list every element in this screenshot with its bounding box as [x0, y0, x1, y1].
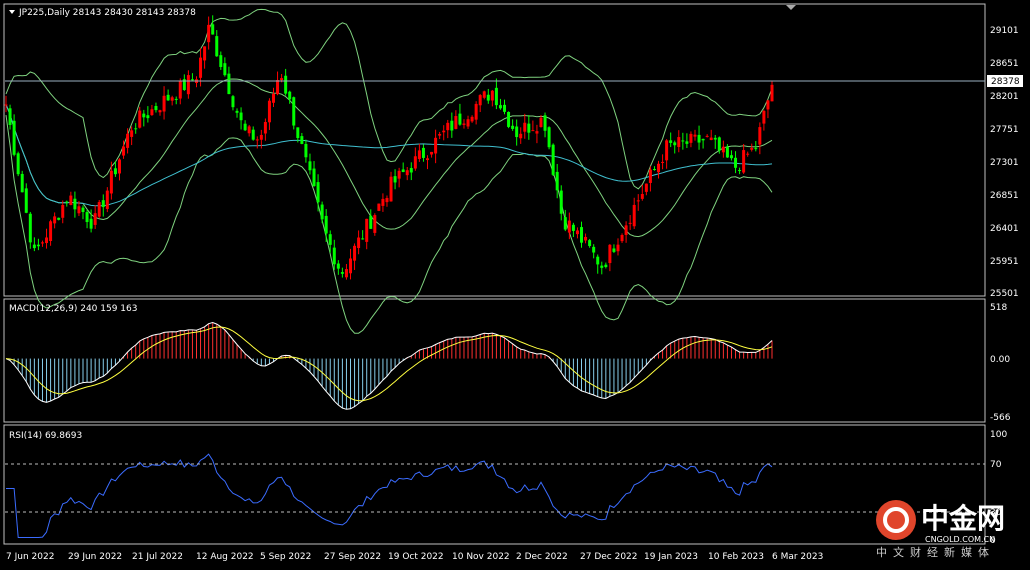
macd-tick: -566 — [990, 413, 1011, 423]
chart-canvas: JP225,Daily 28143 28430 28143 28378 MACD… — [0, 0, 1030, 570]
current-price-value: 28378 — [991, 77, 1020, 87]
rsi-panel-title: RSI(14) 69.8693 — [9, 431, 82, 441]
rsi-tick: 100 — [990, 430, 1007, 440]
date-tick: 12 Aug 2022 — [196, 552, 254, 562]
price-tick: 28651 — [990, 59, 1019, 69]
price-tick: 27301 — [990, 158, 1019, 168]
candle — [507, 111, 511, 129]
date-tick: 29 Jun 2022 — [68, 552, 122, 562]
candle — [20, 170, 24, 193]
macd-tick: 0.00 — [990, 355, 1010, 365]
price-tick: 27751 — [990, 125, 1019, 135]
date-tick: 27 Sep 2022 — [324, 552, 381, 562]
current-price-tag: 28378 — [987, 75, 1023, 87]
macd-panel-title: MACD(12,26,9) 240 159 163 — [9, 304, 137, 314]
date-tick: 21 Jul 2022 — [132, 552, 183, 562]
watermark: 中金网 CNGOLD.COM.CN 中文财经新媒体 — [876, 500, 1005, 559]
date-tick: 19 Jan 2023 — [644, 552, 698, 562]
candle — [292, 96, 296, 130]
rsi-tick: 70 — [990, 460, 1002, 470]
candle — [547, 126, 551, 150]
date-tick: 6 Mar 2023 — [772, 552, 823, 562]
price-tick: 26851 — [990, 191, 1019, 201]
date-tick: 2 Dec 2022 — [516, 552, 568, 562]
main-panel-title: JP225,Daily 28143 28430 28143 28378 — [18, 8, 196, 18]
candle — [105, 187, 109, 213]
watermark-domain: CNGOLD.COM.CN — [925, 535, 995, 544]
candle — [97, 200, 101, 218]
price-tick: 28201 — [990, 92, 1019, 102]
price-tick: 26401 — [990, 224, 1019, 234]
date-tick: 5 Sep 2022 — [260, 552, 311, 562]
logo-circle-icon — [876, 500, 916, 540]
candle — [377, 203, 381, 212]
watermark-tagline: 中文财经新媒体 — [876, 545, 995, 559]
macd-tick: 518 — [990, 303, 1007, 313]
date-tick: 19 Oct 2022 — [388, 552, 444, 562]
candle — [373, 213, 377, 236]
watermark-brand: 中金网 — [921, 502, 1005, 535]
price-axis: 29101 28651 28201 27751 27301 26851 2640… — [990, 26, 1019, 299]
date-tick: 7 Jun 2022 — [6, 552, 54, 562]
price-tick: 29101 — [990, 26, 1019, 36]
candle — [551, 143, 555, 177]
candle — [16, 151, 20, 177]
date-tick: 10 Nov 2022 — [452, 552, 510, 562]
date-tick: 27 Dec 2022 — [580, 552, 638, 562]
date-tick: 10 Feb 2023 — [708, 552, 764, 562]
price-tick: 25951 — [990, 257, 1019, 267]
price-tick: 25501 — [990, 289, 1019, 299]
main-header: JP225,Daily 28143 28430 28143 28378 — [9, 8, 196, 18]
